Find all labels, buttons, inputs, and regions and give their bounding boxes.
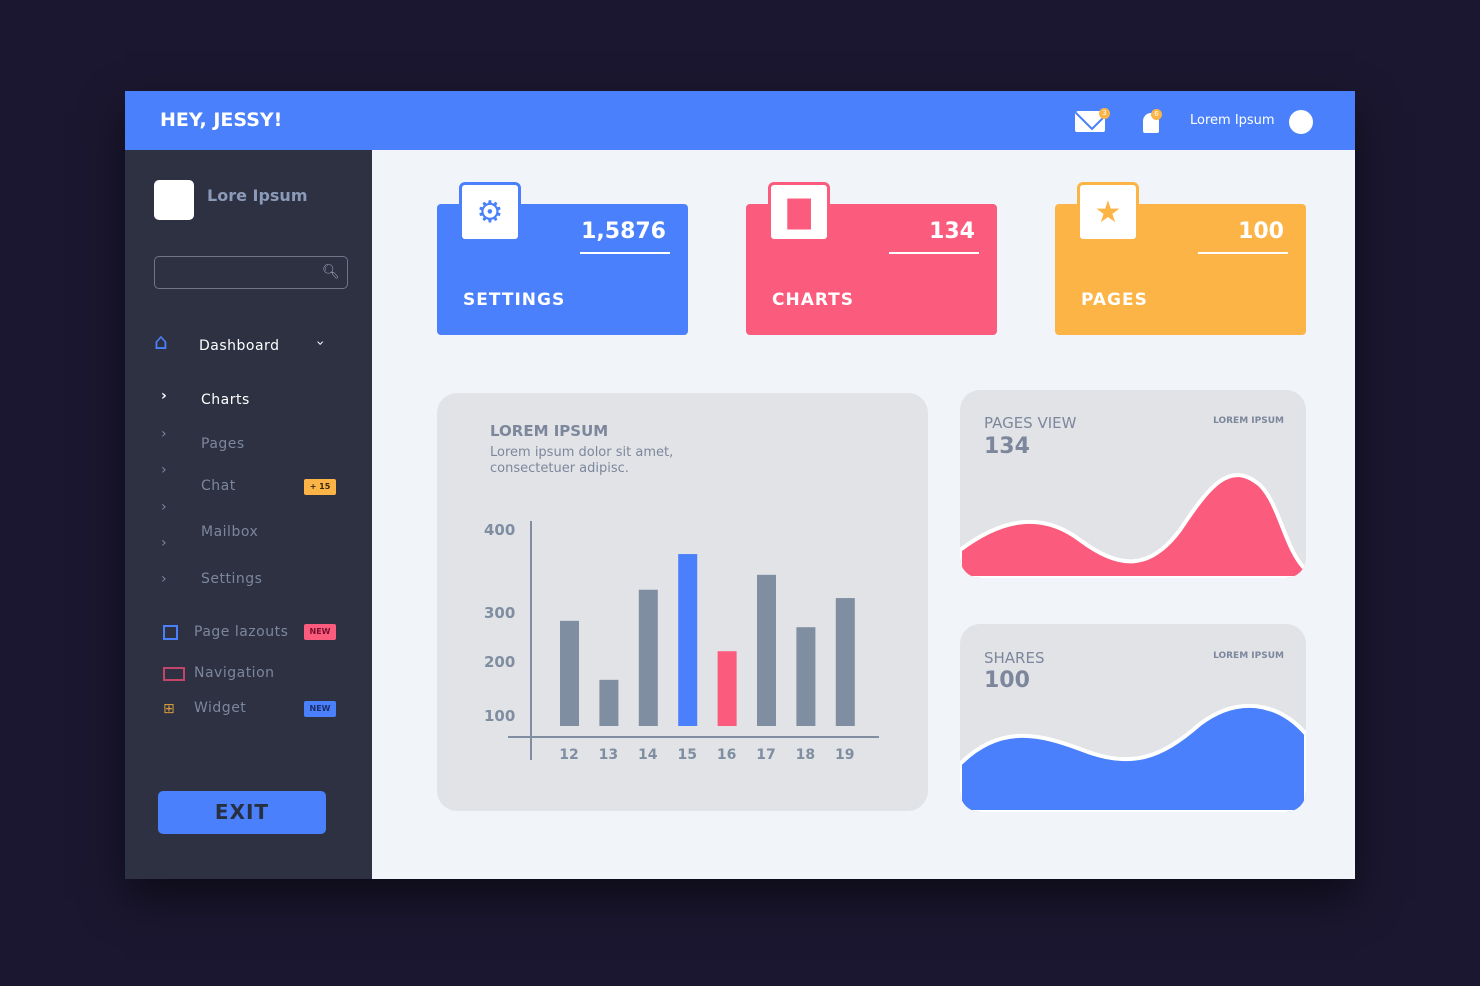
- bar: [638, 589, 658, 726]
- x-tick-label: 15: [677, 747, 696, 763]
- bar: [717, 651, 737, 726]
- sidebar-item-settings[interactable]: Settings: [201, 571, 262, 587]
- card-label: SETTINGS: [463, 290, 566, 310]
- layout-icon: [163, 625, 178, 640]
- y-tick-label: 400: [484, 521, 515, 539]
- shares-panel: SHARES 100 LOREM IPSUM: [960, 624, 1306, 812]
- y-tick-label: 300: [484, 604, 515, 622]
- sidebar-item-dashboard[interactable]: Dashboard: [199, 338, 279, 354]
- chevron-down-icon[interactable]: ›: [312, 340, 328, 346]
- card-label: PAGES: [1081, 290, 1148, 310]
- star-icon: ★: [1077, 182, 1139, 242]
- x-tick-label: 13: [599, 747, 618, 763]
- avatar[interactable]: [1289, 110, 1313, 134]
- chevron-right-icon: ›: [161, 535, 167, 551]
- bar: [835, 598, 855, 726]
- sidebar-item-charts[interactable]: Charts: [201, 392, 250, 408]
- chat-count-badge: + 15: [304, 479, 336, 495]
- card-value: 1,5876: [581, 219, 666, 244]
- bar-chart-panel: LOREM IPSUM Lorem ipsum dolor sit amet, …: [437, 393, 928, 811]
- mail-badge: 3: [1099, 108, 1110, 119]
- x-tick-label: 19: [835, 747, 854, 763]
- sidebar: Lore Ipsum 🔍︎ ⌂ Dashboard › › Charts › P…: [125, 150, 372, 879]
- widget-icon: ⊞: [163, 701, 175, 717]
- x-tick-label: 18: [796, 747, 815, 763]
- y-tick-label: 200: [484, 653, 515, 671]
- chevron-right-icon: ›: [161, 571, 167, 587]
- sidebar-item-mailbox[interactable]: Mailbox: [201, 524, 258, 540]
- bar: [757, 574, 776, 726]
- chevron-right-icon: ›: [161, 388, 167, 404]
- search-icon[interactable]: 🔍︎: [322, 264, 340, 280]
- card-value: 100: [1238, 219, 1284, 244]
- pages-view-area-chart: [960, 473, 1306, 578]
- chevron-right-icon: ›: [161, 499, 167, 515]
- bar: [678, 554, 698, 726]
- sidebar-item-pages[interactable]: Pages: [201, 436, 245, 452]
- sidebar-item-page-layouts[interactable]: Page lazouts: [194, 624, 288, 640]
- bell-badge: 6: [1151, 109, 1162, 120]
- bar-chart: 400 300 200 100 12 13 14 15 16 17 18 19: [484, 521, 879, 763]
- pages-view-area: [960, 473, 1306, 578]
- new-badge: NEW: [304, 701, 336, 717]
- bar: [796, 627, 816, 726]
- y-tick-label: 100: [484, 707, 515, 725]
- charts-card[interactable]: ▇ 134 CHARTS: [746, 182, 997, 335]
- shares-area: [960, 703, 1306, 812]
- bar-chart-icon: ▇: [768, 182, 830, 242]
- header: HEY, JESSY! 3 6 Lorem Ipsum: [125, 91, 1355, 150]
- new-badge: NEW: [304, 624, 336, 640]
- card-label: CHARTS: [772, 290, 855, 310]
- home-icon: ⌂: [154, 330, 168, 355]
- sidebar-item-navigation[interactable]: Navigation: [194, 665, 275, 681]
- bar: [560, 620, 579, 726]
- gear-icon: ⚙: [459, 182, 521, 242]
- dashboard-window: HEY, JESSY! 3 6 Lorem Ipsum Lore Ipsum 🔍…: [125, 91, 1355, 879]
- x-tick-label: 16: [717, 747, 736, 763]
- x-tick-label: 17: [756, 747, 775, 763]
- shares-area-chart: [960, 703, 1306, 812]
- x-tick-label: 14: [638, 747, 658, 763]
- settings-card[interactable]: ⚙ 1,5876 SETTINGS: [437, 182, 688, 335]
- brand-logo: [154, 180, 194, 220]
- sidebar-item-chat[interactable]: Chat: [201, 478, 236, 494]
- bar: [599, 679, 619, 726]
- pages-card[interactable]: ★ 100 PAGES: [1055, 182, 1306, 335]
- chevron-right-icon: ›: [161, 426, 167, 442]
- chevron-right-icon: ›: [161, 462, 167, 478]
- x-tick-label: 12: [559, 747, 578, 763]
- navigation-icon: [163, 667, 185, 681]
- user-name[interactable]: Lorem Ipsum: [1190, 113, 1275, 128]
- greeting-title: HEY, JESSY!: [160, 109, 283, 131]
- sidebar-item-widget[interactable]: Widget: [194, 700, 246, 716]
- card-value: 134: [929, 219, 975, 244]
- pages-view-panel: PAGES VIEW 134 LOREM IPSUM: [960, 390, 1306, 578]
- brand-name: Lore Ipsum: [207, 186, 308, 205]
- search-input[interactable]: [154, 256, 348, 289]
- exit-button[interactable]: EXIT: [158, 791, 326, 834]
